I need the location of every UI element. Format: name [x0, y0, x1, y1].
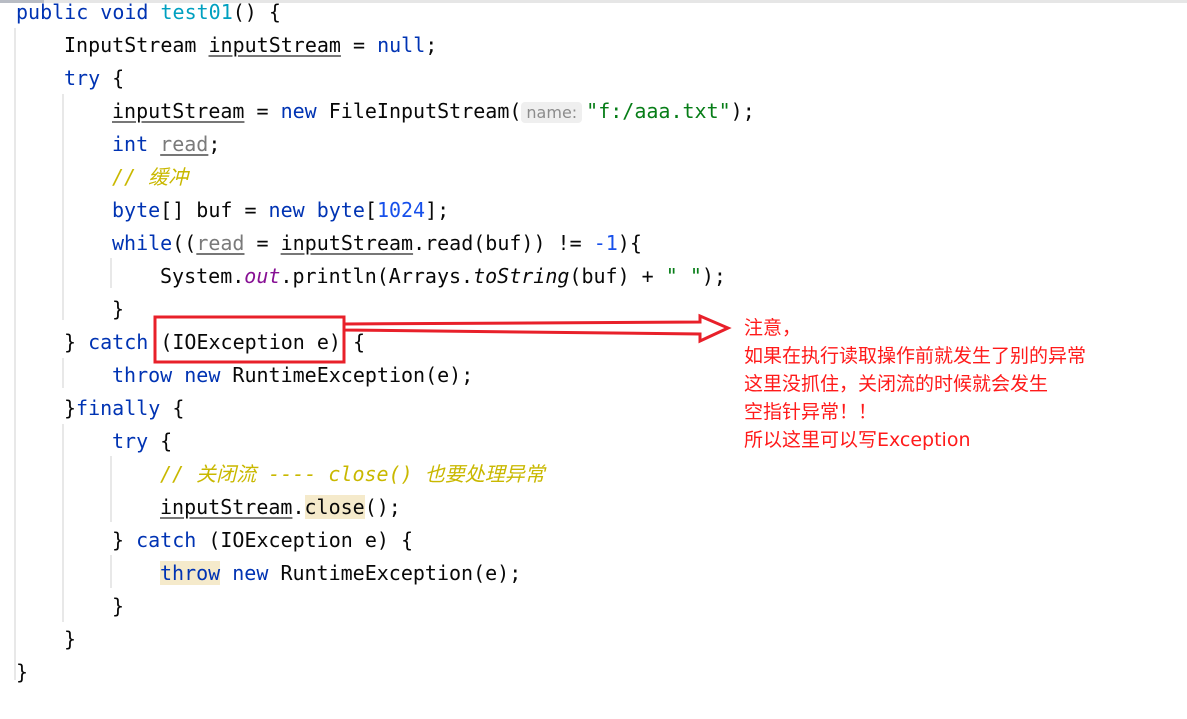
annotation-note: 注意， 如果在执行读取操作前就发生了别的异常 这里没抓住，关闭流的时候就会发生 空指针…: [744, 314, 1086, 454]
highlight-box: [153, 315, 346, 364]
annotation-line: 如果在执行读取操作前就发生了别的异常: [744, 345, 1087, 367]
annotation-line: 所以这里可以写Exception: [744, 429, 971, 451]
annotation-line: 空指针异常！！: [744, 401, 878, 423]
annotation-line: 注意，: [744, 317, 802, 339]
arrow-icon: [342, 313, 732, 344]
annotation-line: 这里没抓住，关闭流的时候就会发生: [744, 373, 1049, 395]
